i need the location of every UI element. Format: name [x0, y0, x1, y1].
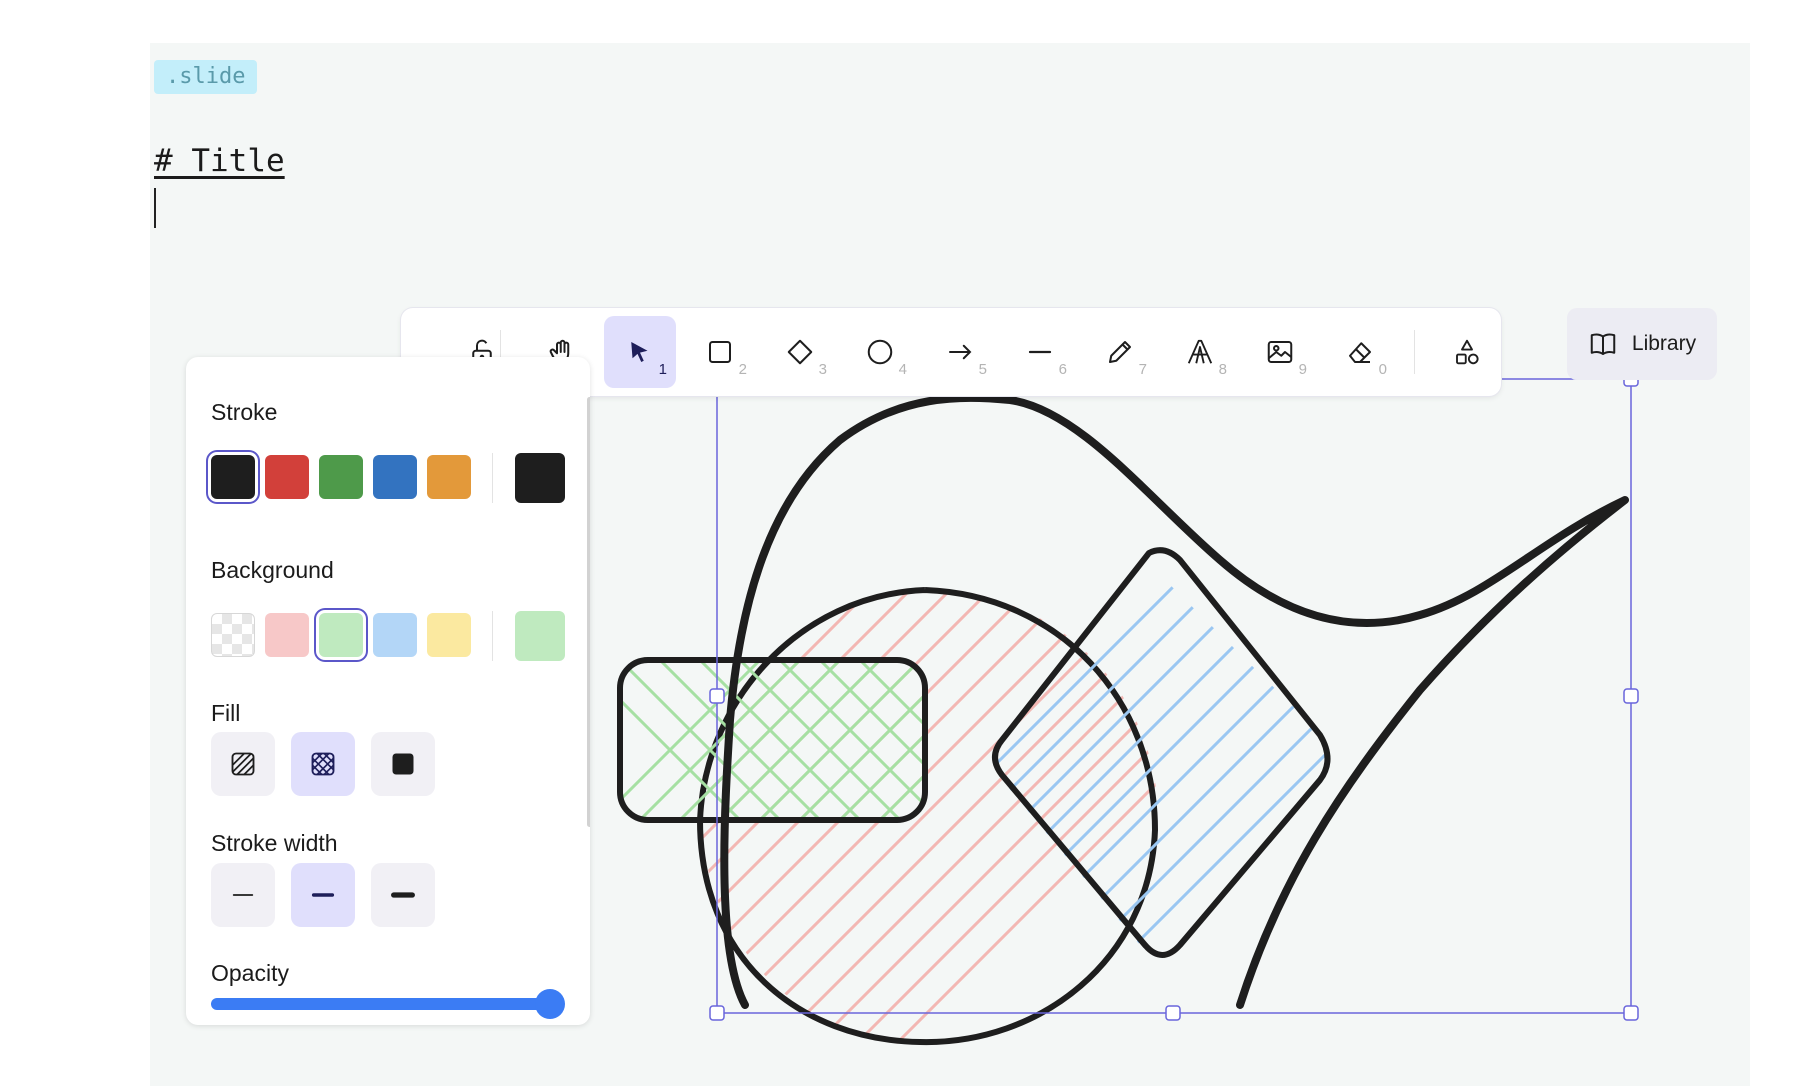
eraser-icon: [1349, 342, 1371, 363]
arrow-tool-button[interactable]: 5: [924, 316, 996, 388]
text-tool-button[interactable]: 8: [1164, 316, 1236, 388]
opacity-heading: Opacity: [211, 960, 289, 986]
resize-handle[interactable]: [709, 688, 725, 704]
text-icon: [1187, 339, 1213, 364]
stroke-custom-color[interactable]: [515, 453, 565, 503]
diamond-shape[interactable]: [760, 530, 1550, 1000]
shortcut-key: 1: [658, 361, 667, 378]
pencil-icon: [1109, 341, 1131, 363]
background-color-blue[interactable]: [373, 613, 417, 657]
background-custom-color[interactable]: [515, 611, 565, 661]
stroke-width-extra-bold-button[interactable]: [371, 863, 435, 927]
stroke-heading: Stroke: [211, 399, 278, 425]
background-color-transparent[interactable]: [211, 613, 255, 657]
resize-handle[interactable]: [1623, 1005, 1639, 1021]
image-icon: [1267, 341, 1293, 363]
hachure-fill-icon: [231, 752, 255, 776]
fill-cross-hatch-button[interactable]: [291, 732, 355, 796]
stroke-color-black[interactable]: [211, 455, 255, 499]
diamond-tool-button[interactable]: 3: [764, 316, 836, 388]
opacity-slider-track[interactable]: [211, 998, 555, 1010]
thin-line-icon: [232, 894, 254, 896]
shortcut-key: 0: [1378, 361, 1387, 378]
stroke-width-bold-button[interactable]: [291, 863, 355, 927]
shortcut-key: 4: [898, 361, 907, 378]
shortcut-key: 9: [1298, 361, 1307, 378]
ellipse-icon: [867, 339, 893, 365]
solid-fill-icon: [392, 753, 414, 775]
stroke-width-heading: Stroke width: [211, 830, 338, 856]
pencil-tool-button[interactable]: 7: [1084, 316, 1156, 388]
eraser-tool-button[interactable]: 0: [1324, 316, 1396, 388]
stroke-color-blue[interactable]: [373, 455, 417, 499]
shortcut-key: 8: [1218, 361, 1227, 378]
arrow-icon: [949, 344, 972, 360]
cross-hatch-fill-icon: [311, 752, 335, 776]
shortcut-key: 2: [738, 361, 747, 378]
ellipse-tool-button[interactable]: 4: [844, 316, 916, 388]
fill-heading: Fill: [211, 700, 241, 726]
fill-hachure-button[interactable]: [211, 732, 275, 796]
more-shapes-button[interactable]: [1431, 316, 1503, 388]
line-tool-button[interactable]: 6: [1004, 316, 1076, 388]
background-color-yellow[interactable]: [427, 613, 471, 657]
background-color-green[interactable]: [319, 613, 363, 657]
shortcut-key: 5: [978, 361, 987, 378]
opacity-slider-thumb[interactable]: [535, 989, 565, 1019]
selection-box[interactable]: [709, 371, 1639, 1021]
fill-solid-button[interactable]: [371, 732, 435, 796]
extra-bold-line-icon: [391, 892, 415, 898]
stroke-width-thin-button[interactable]: [211, 863, 275, 927]
line-icon: [1028, 350, 1052, 354]
book-icon: [1590, 333, 1616, 355]
diamond-icon: [787, 339, 813, 365]
resize-handle[interactable]: [1623, 688, 1639, 704]
panel-scrollbar[interactable]: [587, 397, 590, 827]
resize-handle[interactable]: [1165, 1005, 1181, 1021]
more-shapes-icon: [1456, 339, 1479, 365]
rectangle-icon: [709, 341, 731, 363]
library-button[interactable]: Library: [1567, 308, 1717, 380]
bold-line-icon: [311, 893, 335, 897]
selection-icon: [631, 342, 648, 362]
selection-tool-button[interactable]: 1: [604, 316, 676, 388]
rectangle-tool-button[interactable]: 2: [684, 316, 756, 388]
image-tool-button[interactable]: 9: [1244, 316, 1316, 388]
library-label: Library: [1631, 332, 1697, 355]
properties-panel: Stroke Background Fill Stroke width Opac…: [186, 357, 590, 1025]
shortcut-key: 6: [1058, 361, 1067, 378]
shortcut-key: 3: [818, 361, 827, 378]
background-color-pink[interactable]: [265, 613, 309, 657]
background-heading: Background: [211, 557, 334, 583]
stroke-color-green[interactable]: [319, 455, 363, 499]
stroke-color-orange[interactable]: [427, 455, 471, 499]
stroke-color-red[interactable]: [265, 455, 309, 499]
shortcut-key: 7: [1138, 361, 1147, 378]
resize-handle[interactable]: [709, 1005, 725, 1021]
